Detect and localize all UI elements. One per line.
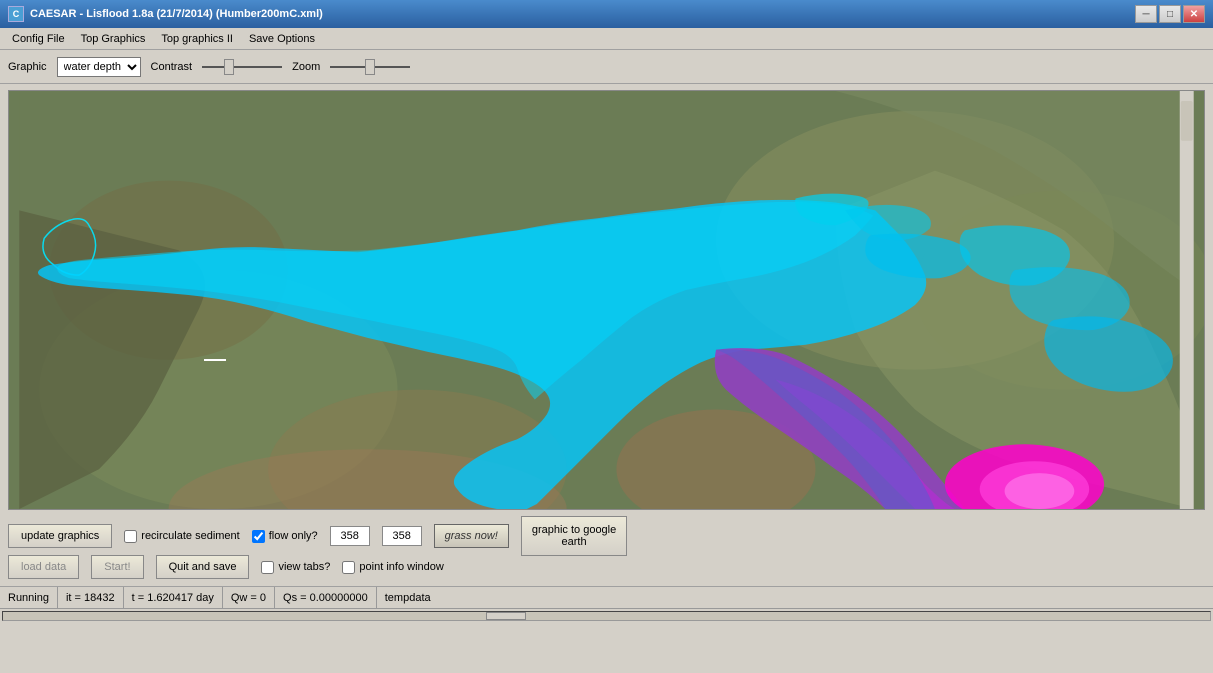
controls-row2: load data Start! Quit and save view tabs… (8, 554, 1205, 580)
num-input-2[interactable] (382, 526, 422, 546)
graphic-to-google-earth-button[interactable]: graphic to google earth (521, 516, 627, 556)
view-tabs-label: view tabs? (278, 561, 330, 573)
visualization-area (8, 90, 1205, 510)
status-t: t = 1.620417 day (124, 587, 223, 608)
title-controls[interactable]: ─ □ ✕ (1135, 5, 1205, 23)
load-data-button[interactable]: load data (8, 555, 79, 579)
status-running: Running (0, 587, 58, 608)
status-tempdata: tempdata (377, 587, 439, 608)
point-info-checkbox[interactable] (342, 561, 355, 574)
title-bar: C CAESAR - Lisflood 1.8a (21/7/2014) (Hu… (0, 0, 1213, 28)
scroll-track[interactable] (2, 611, 1211, 621)
flow-only-label: flow only? (269, 530, 318, 542)
recirculate-sediment-wrap: recirculate sediment (124, 530, 239, 543)
zoom-slider[interactable] (330, 59, 410, 75)
tempdata-text: tempdata (385, 592, 431, 604)
maximize-button[interactable]: □ (1159, 5, 1181, 23)
point-info-label: point info window (359, 561, 443, 573)
it-text: it = 18432 (66, 592, 115, 604)
river-visualization (9, 91, 1204, 509)
zoom-slider-container (330, 59, 410, 75)
view-tabs-checkbox[interactable] (261, 561, 274, 574)
contrast-slider[interactable] (202, 59, 282, 75)
status-qw: Qw = 0 (223, 587, 275, 608)
running-text: Running (8, 592, 49, 604)
title-bar-left: C CAESAR - Lisflood 1.8a (21/7/2014) (Hu… (8, 6, 323, 22)
menu-top-graphics[interactable]: Top Graphics (73, 31, 154, 47)
menu-bar: Config File Top Graphics Top graphics II… (0, 28, 1213, 50)
point-info-wrap: point info window (342, 561, 443, 574)
flow-only-checkbox[interactable] (252, 530, 265, 543)
num-input-1[interactable] (330, 526, 370, 546)
graphic-select[interactable]: water depth elevation sediment velocity (57, 57, 141, 77)
controls-area: update graphics recirculate sediment flo… (0, 516, 1213, 586)
minimize-button[interactable]: ─ (1135, 5, 1157, 23)
scroll-thumb[interactable] (486, 612, 526, 620)
controls-row1: update graphics recirculate sediment flo… (8, 522, 1205, 550)
status-bar: Running it = 18432 t = 1.620417 day Qw =… (0, 586, 1213, 608)
flow-only-wrap: flow only? (252, 530, 318, 543)
graphic-label: Graphic (8, 61, 47, 73)
view-tabs-wrap: view tabs? (261, 561, 330, 574)
t-text: t = 1.620417 day (132, 592, 214, 604)
zoom-label: Zoom (292, 61, 320, 73)
app-icon: C (8, 6, 24, 22)
status-it: it = 18432 (58, 587, 124, 608)
qs-text: Qs = 0.00000000 (283, 592, 368, 604)
update-graphics-button[interactable]: update graphics (8, 524, 112, 548)
bottom-scrollbar[interactable] (0, 608, 1213, 622)
recirculate-sediment-checkbox[interactable] (124, 530, 137, 543)
menu-top-graphics-ii[interactable]: Top graphics II (153, 31, 241, 47)
start-button[interactable]: Start! (91, 555, 143, 579)
contrast-label: Contrast (151, 61, 193, 73)
menu-config-file[interactable]: Config File (4, 31, 73, 47)
close-button[interactable]: ✕ (1183, 5, 1205, 23)
toolbar: Graphic water depth elevation sediment v… (0, 50, 1213, 84)
marker-line (204, 359, 226, 361)
menu-save-options[interactable]: Save Options (241, 31, 323, 47)
status-qs: Qs = 0.00000000 (275, 587, 377, 608)
window-title: CAESAR - Lisflood 1.8a (21/7/2014) (Humb… (30, 8, 323, 20)
contrast-slider-container (202, 59, 282, 75)
qw-text: Qw = 0 (231, 592, 266, 604)
grass-now-button[interactable]: grass now! (434, 524, 509, 548)
recirculate-sediment-label: recirculate sediment (141, 530, 239, 542)
quit-save-button[interactable]: Quit and save (156, 555, 250, 579)
